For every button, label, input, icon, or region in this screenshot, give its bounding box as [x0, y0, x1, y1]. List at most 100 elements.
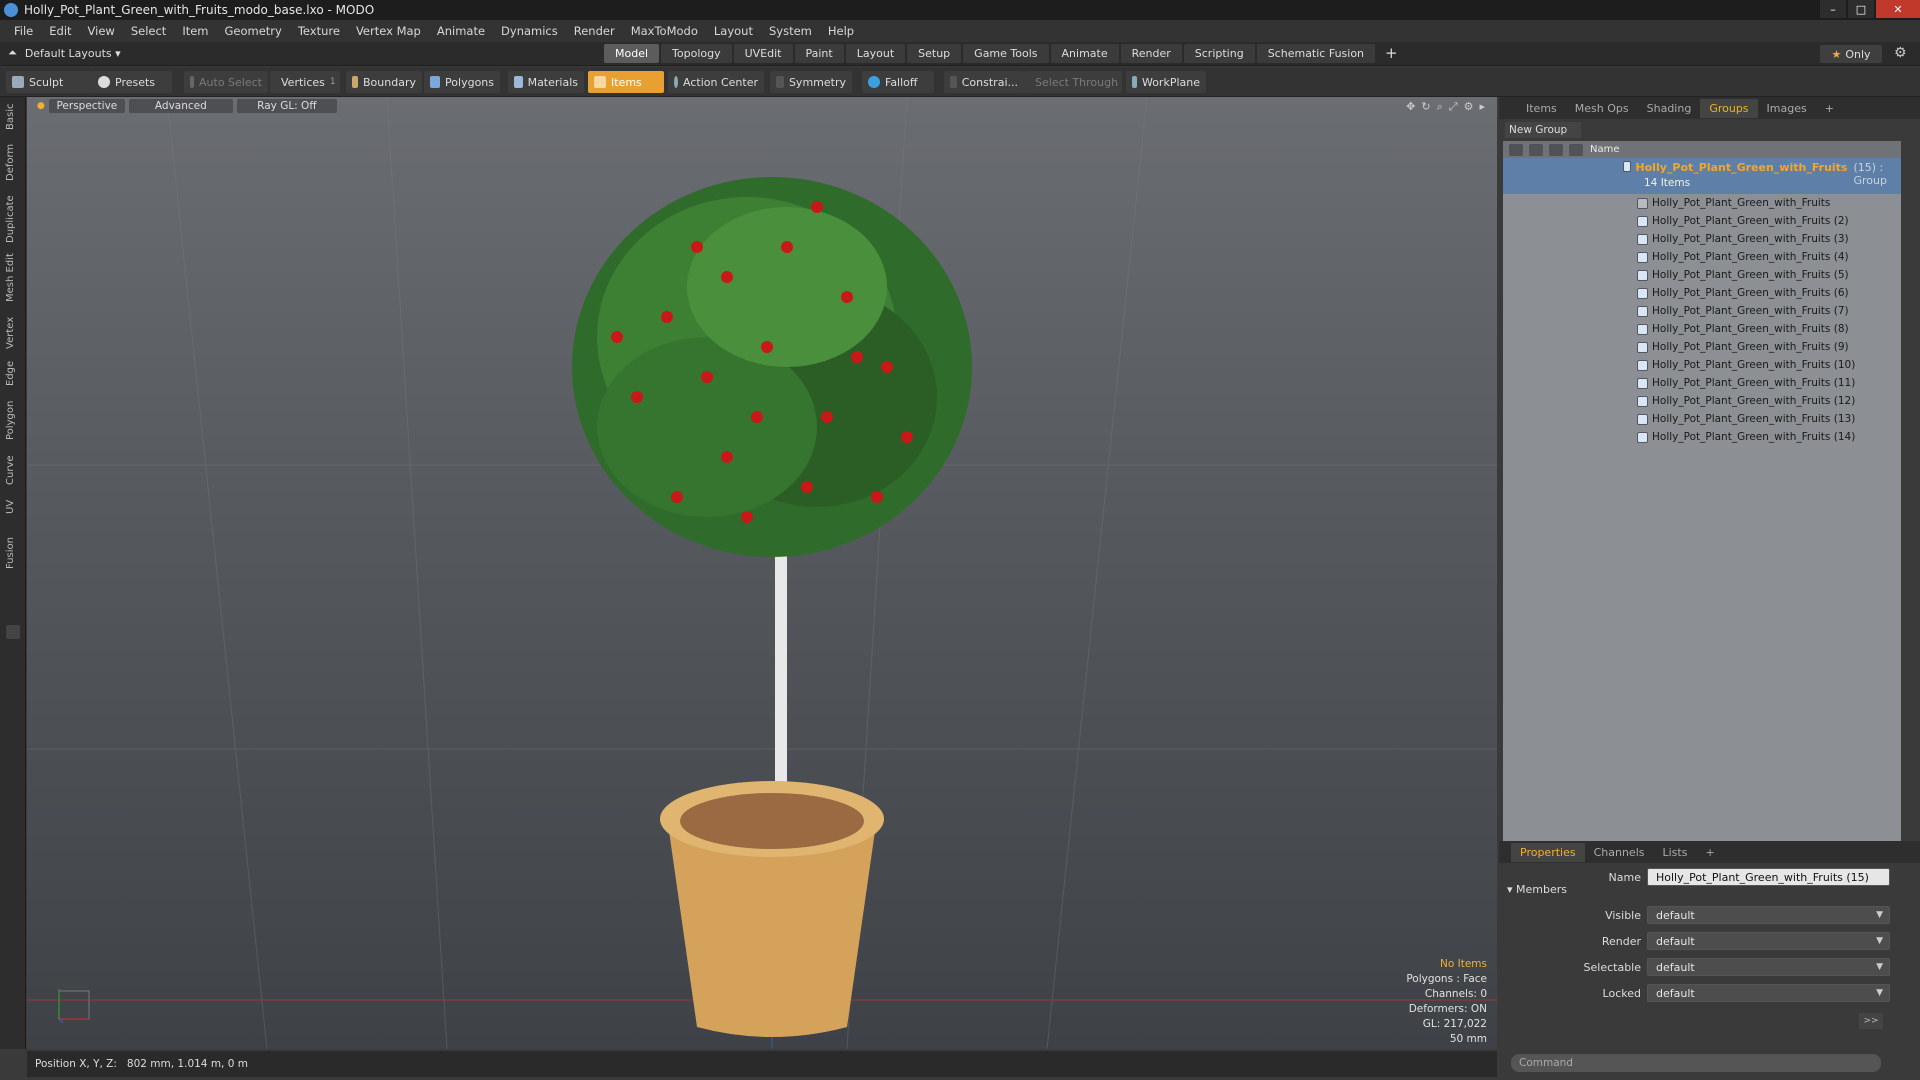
menu-render[interactable]: Render — [574, 24, 615, 38]
tree-item[interactable]: Holly_Pot_Plant_Green_with_Fruits (3) — [1503, 230, 1901, 248]
tab-channels[interactable]: Channels — [1585, 843, 1654, 862]
viewport-menu-icon[interactable]: ● — [37, 101, 45, 111]
tab-items[interactable]: Items — [1517, 99, 1566, 118]
items-button[interactable]: Items — [588, 71, 664, 93]
menu-maxtomodo[interactable]: MaxToModo — [631, 24, 698, 38]
visibility-column-icon[interactable] — [1509, 143, 1523, 156]
gear-icon[interactable]: ⚙ — [1894, 45, 1907, 61]
only-button[interactable]: ★ Only — [1820, 45, 1882, 63]
tab-mesh-ops[interactable]: Mesh Ops — [1566, 99, 1638, 118]
tree-item[interactable]: Holly_Pot_Plant_Green_with_Fruits — [1503, 194, 1901, 212]
menu-vertex-map[interactable]: Vertex Map — [356, 24, 421, 38]
tab-layout[interactable]: Layout — [845, 44, 906, 63]
menu-select[interactable]: Select — [131, 24, 166, 38]
vtab-polygon[interactable]: Polygon — [5, 397, 21, 443]
members-section[interactable]: ▾ Members — [1507, 883, 1567, 896]
group-row[interactable]: Holly_Pot_Plant_Green_with_Fruits (15) :… — [1503, 158, 1901, 194]
tree-item[interactable]: Holly_Pot_Plant_Green_with_Fruits (12) — [1503, 392, 1901, 410]
group-name-field[interactable]: Holly_Pot_Plant_Green_with_Fruits (15) — [1647, 868, 1890, 886]
tab-shading[interactable]: Shading — [1638, 99, 1701, 118]
name-column-header[interactable]: Name — [1590, 144, 1620, 155]
add-tab-button[interactable]: + — [1377, 44, 1406, 63]
tab-groups[interactable]: Groups — [1700, 98, 1758, 118]
render-column-icon[interactable] — [1529, 143, 1543, 156]
tab-animate[interactable]: Animate — [1050, 44, 1119, 63]
menu-system[interactable]: System — [769, 24, 812, 38]
tree-item[interactable]: Holly_Pot_Plant_Green_with_Fruits (4) — [1503, 248, 1901, 266]
render-dropdown[interactable]: default ▼ — [1647, 932, 1890, 950]
boundary-button[interactable]: Boundary — [346, 71, 422, 93]
fit-icon[interactable]: ⤢ — [1449, 100, 1458, 114]
panel-toggle-button[interactable] — [6, 625, 20, 639]
menu-view[interactable]: View — [88, 24, 115, 38]
add-properties-tab-button[interactable]: + — [1696, 843, 1723, 862]
more-button[interactable]: >> — [1859, 1013, 1883, 1029]
tree-item[interactable]: Holly_Pot_Plant_Green_with_Fruits (8) — [1503, 320, 1901, 338]
close-button[interactable]: ✕ — [1876, 0, 1920, 18]
3d-viewport[interactable]: ● Perspective Advanced Ray GL: Off ✥ ↻ ⌕… — [27, 97, 1497, 1049]
lock-column-icon[interactable] — [1549, 143, 1563, 156]
menu-layout[interactable]: Layout — [714, 24, 753, 38]
selectable-dropdown[interactable]: default ▼ — [1647, 958, 1890, 976]
tree-item[interactable]: Holly_Pot_Plant_Green_with_Fruits (6) — [1503, 284, 1901, 302]
perspective-button[interactable]: Perspective — [48, 99, 125, 113]
vtab-edge[interactable]: Edge — [5, 359, 21, 387]
tab-topology[interactable]: Topology — [661, 44, 732, 63]
polygons-button[interactable]: Polygons — [424, 71, 500, 93]
tab-uvedit[interactable]: UVEdit — [733, 44, 793, 63]
tab-properties[interactable]: Properties — [1511, 842, 1585, 862]
sculpt-button[interactable]: Sculpt — [6, 71, 92, 93]
vtab-fusion[interactable]: Fusion — [5, 533, 21, 573]
add-panel-tab-button[interactable]: + — [1816, 99, 1843, 118]
viewport-gear-icon[interactable]: ⚙ — [1464, 100, 1474, 114]
tab-paint[interactable]: Paint — [794, 44, 844, 63]
materials-button[interactable]: Materials — [508, 71, 584, 93]
vtab-deform[interactable]: Deform — [5, 144, 21, 181]
vtab-mesh-edit[interactable]: Mesh Edit — [5, 253, 21, 303]
select-column-icon[interactable] — [1569, 143, 1583, 156]
tab-scripting[interactable]: Scripting — [1183, 44, 1255, 63]
action-center-button[interactable]: Action Center — [668, 71, 764, 93]
menu-geometry[interactable]: Geometry — [225, 24, 282, 38]
tab-game-tools[interactable]: Game Tools — [963, 44, 1049, 63]
tab-schematic-fusion[interactable]: Schematic Fusion — [1256, 44, 1376, 63]
menu-dynamics[interactable]: Dynamics — [501, 24, 558, 38]
tree-item[interactable]: Holly_Pot_Plant_Green_with_Fruits (13) — [1503, 410, 1901, 428]
menu-edit[interactable]: Edit — [49, 24, 71, 38]
menu-help[interactable]: Help — [828, 24, 854, 38]
pan-icon[interactable]: ✥ — [1406, 100, 1415, 114]
visible-dropdown[interactable]: default ▼ — [1647, 906, 1890, 924]
tree-item[interactable]: Holly_Pot_Plant_Green_with_Fruits (10) — [1503, 356, 1901, 374]
tab-images[interactable]: Images — [1758, 99, 1816, 118]
zoom-icon[interactable]: ⌕ — [1437, 100, 1443, 114]
tree-item[interactable]: Holly_Pot_Plant_Green_with_Fruits (2) — [1503, 212, 1901, 230]
workplane-button[interactable]: WorkPlane — [1126, 71, 1206, 93]
menu-texture[interactable]: Texture — [298, 24, 340, 38]
vtab-duplicate[interactable]: Duplicate — [5, 195, 21, 243]
vertices-button[interactable]: Vertices 1 — [270, 71, 340, 93]
vtab-uv[interactable]: UV — [5, 497, 21, 517]
locked-dropdown[interactable]: default ▼ — [1647, 984, 1890, 1002]
command-input[interactable]: Command — [1511, 1054, 1881, 1072]
tab-lists[interactable]: Lists — [1654, 843, 1697, 862]
presets-button[interactable]: Presets — [92, 71, 172, 93]
select-through-button[interactable]: Select Through — [1024, 71, 1122, 93]
falloff-button[interactable]: Falloff — [862, 71, 934, 93]
viewport-expand-icon[interactable]: ▸ — [1479, 100, 1485, 114]
tree-item[interactable]: Holly_Pot_Plant_Green_with_Fruits (11) — [1503, 374, 1901, 392]
vtab-basic[interactable]: Basic — [5, 103, 21, 131]
auto-select-button[interactable]: Auto Select — [184, 71, 268, 93]
new-group-button[interactable]: New Group — [1505, 122, 1581, 138]
vtab-vertex[interactable]: Vertex — [5, 315, 21, 351]
tab-render[interactable]: Render — [1120, 44, 1182, 63]
symmetry-button[interactable]: Symmetry — [770, 71, 852, 93]
maximize-button[interactable]: □ — [1848, 0, 1874, 18]
tree-item[interactable]: Holly_Pot_Plant_Green_with_Fruits (9) — [1503, 338, 1901, 356]
raygl-button[interactable]: Ray GL: Off — [236, 99, 337, 113]
tree-item[interactable]: Holly_Pot_Plant_Green_with_Fruits (5) — [1503, 266, 1901, 284]
menu-file[interactable]: File — [14, 24, 33, 38]
tree-item[interactable]: Holly_Pot_Plant_Green_with_Fruits (7) — [1503, 302, 1901, 320]
tab-setup[interactable]: Setup — [907, 44, 962, 63]
tab-model[interactable]: Model — [604, 44, 660, 63]
menu-animate[interactable]: Animate — [437, 24, 485, 38]
